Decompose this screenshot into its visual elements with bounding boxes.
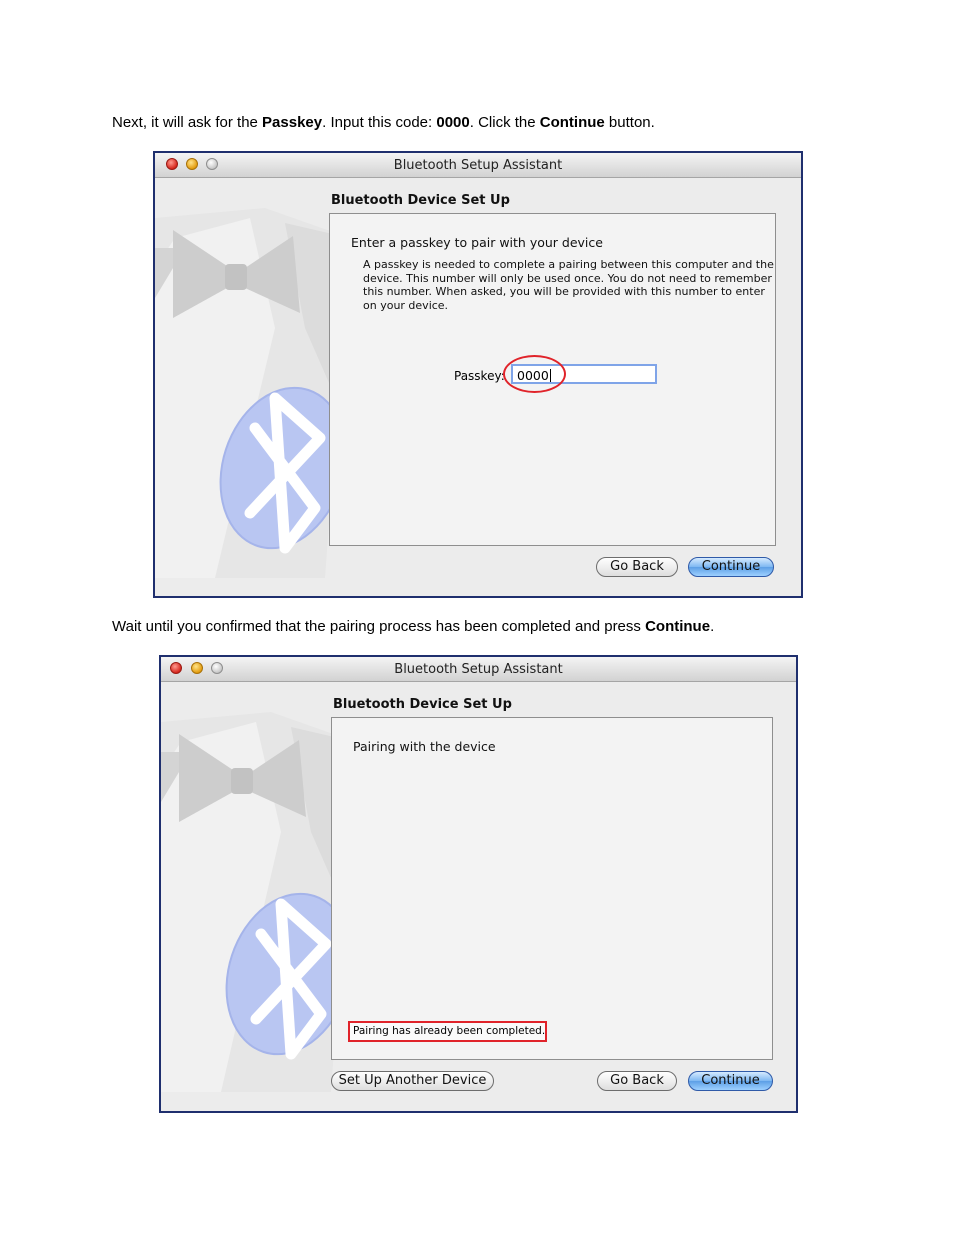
passkey-highlight-oval <box>503 355 566 393</box>
panel-heading: Pairing with the device <box>353 739 496 754</box>
emphasis-passkey: Passkey <box>262 114 323 131</box>
emphasis-continue: Continue <box>539 114 605 131</box>
instruction-text: button. <box>604 114 655 131</box>
window-title: Bluetooth Setup Assistant <box>393 158 563 173</box>
continue-button[interactable]: Continue <box>688 1071 773 1091</box>
instruction-text: Next, it will ask for the <box>112 114 263 131</box>
pairing-status-text: Pairing has already been completed. <box>353 1025 546 1037</box>
instruction-text-1: Next, it will ask for the Passkey. Input… <box>112 113 655 133</box>
window-title: Bluetooth Setup Assistant <box>394 662 563 677</box>
emphasis-continue: Continue <box>645 618 711 635</box>
bluetooth-setup-window-passkey: Bluetooth Setup Assistant Bluetooth Devi… <box>153 151 803 598</box>
description-line: this number. When asked, you will be pro… <box>363 285 765 298</box>
description-line: on your device. <box>363 298 449 312</box>
pairing-status-highlight: Pairing has already been completed. <box>348 1021 547 1042</box>
instruction-text-2: Wait until you confirmed that the pairin… <box>112 617 714 637</box>
instruction-text: . Input this code: <box>322 114 437 131</box>
panel-heading: Enter a passkey to pair with your device <box>351 235 603 250</box>
instruction-text: Wait until you confirmed that the pairin… <box>112 618 646 635</box>
content-panel: Enter a passkey to pair with your device… <box>329 213 776 546</box>
section-title: Bluetooth Device Set Up <box>331 193 510 208</box>
instruction-text: . <box>710 618 715 635</box>
emphasis-code: 0000 <box>436 114 470 131</box>
instruction-text: . Click the <box>469 114 540 131</box>
content-panel: Pairing with the device Pairing has alre… <box>331 717 773 1060</box>
section-title: Bluetooth Device Set Up <box>333 697 512 712</box>
description-line: device. This number will only be used on… <box>363 271 772 285</box>
tuxedo-bowtie-art-icon <box>155 208 350 578</box>
passkey-label: Passkey: <box>454 369 505 383</box>
bluetooth-setup-window-pairing: Bluetooth Setup Assistant Bluetooth Devi… <box>159 655 798 1113</box>
go-back-button[interactable]: Go Back <box>596 557 678 577</box>
description-line: A passkey is needed to complete a pairin… <box>363 258 774 271</box>
title-bar[interactable]: Bluetooth Setup Assistant <box>161 657 796 682</box>
continue-button[interactable]: Continue <box>688 557 774 577</box>
go-back-button[interactable]: Go Back <box>597 1071 677 1091</box>
title-bar[interactable]: Bluetooth Setup Assistant <box>155 153 801 178</box>
passkey-description: A passkey is needed to complete a pairin… <box>363 258 774 312</box>
set-up-another-device-button[interactable]: Set Up Another Device <box>331 1071 494 1091</box>
